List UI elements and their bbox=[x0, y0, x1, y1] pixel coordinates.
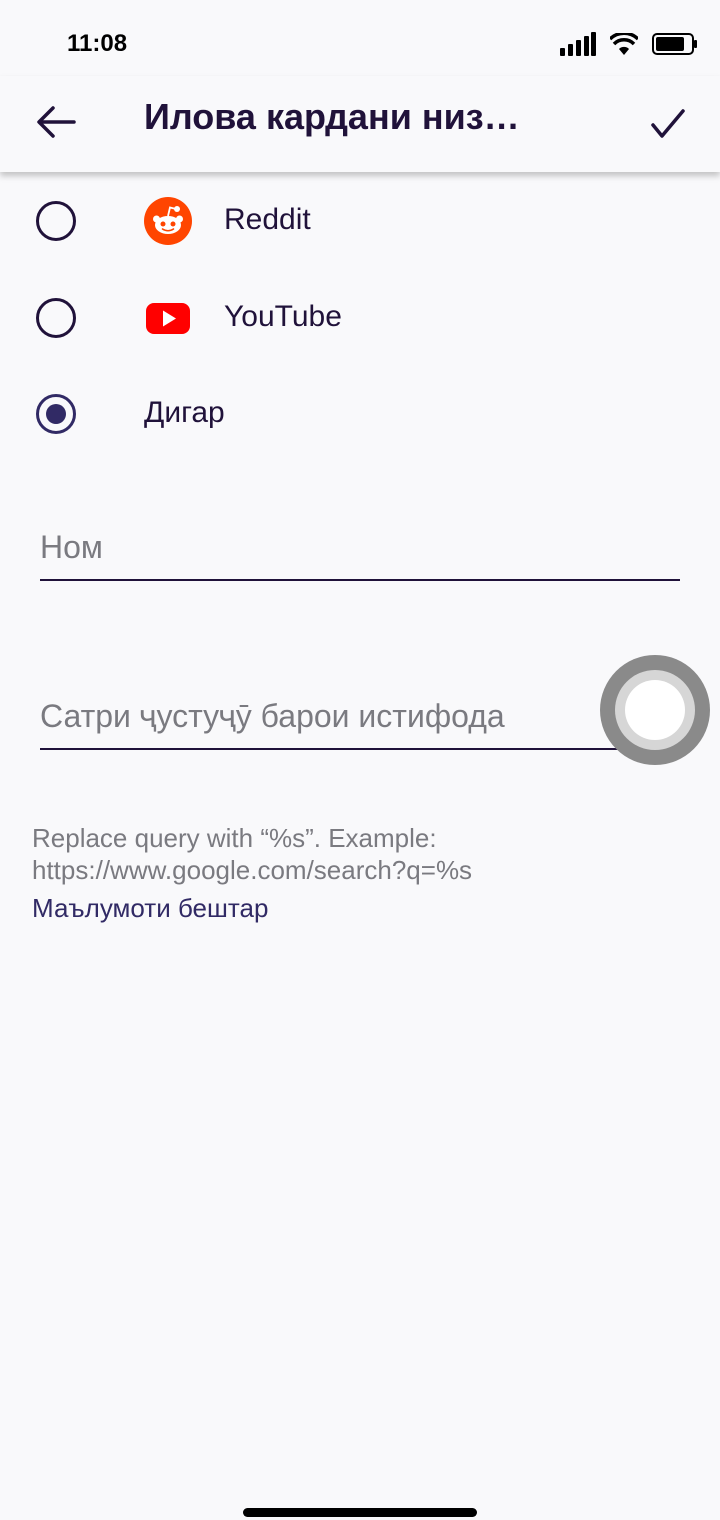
engine-label-other: Дигар bbox=[144, 396, 225, 429]
search-string-field[interactable]: Сатри ҷустуҷӯ барои истифода bbox=[40, 690, 680, 750]
radio-youtube[interactable] bbox=[36, 298, 76, 338]
engine-option-other[interactable]: Дигар bbox=[0, 366, 720, 462]
signal-icon bbox=[560, 32, 596, 56]
save-button[interactable] bbox=[636, 92, 700, 156]
status-time: 11:08 bbox=[67, 30, 128, 57]
radio-reddit[interactable] bbox=[36, 201, 76, 241]
toolbar: Илова кардани низ… bbox=[0, 76, 720, 172]
home-indicator[interactable] bbox=[243, 1508, 477, 1517]
engine-option-reddit[interactable]: Reddit bbox=[0, 173, 720, 269]
hint-text: Replace query with “%s”. Example: https:… bbox=[32, 823, 473, 885]
radio-other[interactable] bbox=[36, 394, 76, 434]
assistive-touch-button[interactable] bbox=[600, 655, 710, 765]
name-field[interactable]: Ном bbox=[40, 521, 680, 581]
checkmark-icon bbox=[651, 109, 685, 138]
engine-label-reddit: Reddit bbox=[224, 203, 311, 236]
status-icons bbox=[560, 28, 698, 60]
reddit-icon bbox=[144, 197, 192, 245]
wifi-icon bbox=[610, 33, 638, 55]
back-arrow-icon bbox=[37, 106, 76, 138]
learn-more-link[interactable]: Маълумоти бештар bbox=[32, 893, 268, 924]
name-field-placeholder: Ном bbox=[40, 529, 103, 565]
engine-label-youtube: YouTube bbox=[224, 300, 342, 333]
page-title: Илова кардани низ… bbox=[144, 96, 520, 137]
battery-icon bbox=[652, 33, 697, 55]
youtube-icon bbox=[146, 303, 190, 334]
search-string-placeholder: Сатри ҷустуҷӯ барои истифода bbox=[40, 698, 505, 734]
back-button[interactable] bbox=[28, 94, 84, 150]
assistive-touch-core bbox=[625, 680, 685, 740]
status-bar: 11:08 bbox=[0, 0, 720, 88]
assistive-touch-ring bbox=[615, 670, 695, 750]
engine-option-youtube[interactable]: YouTube bbox=[0, 270, 720, 366]
